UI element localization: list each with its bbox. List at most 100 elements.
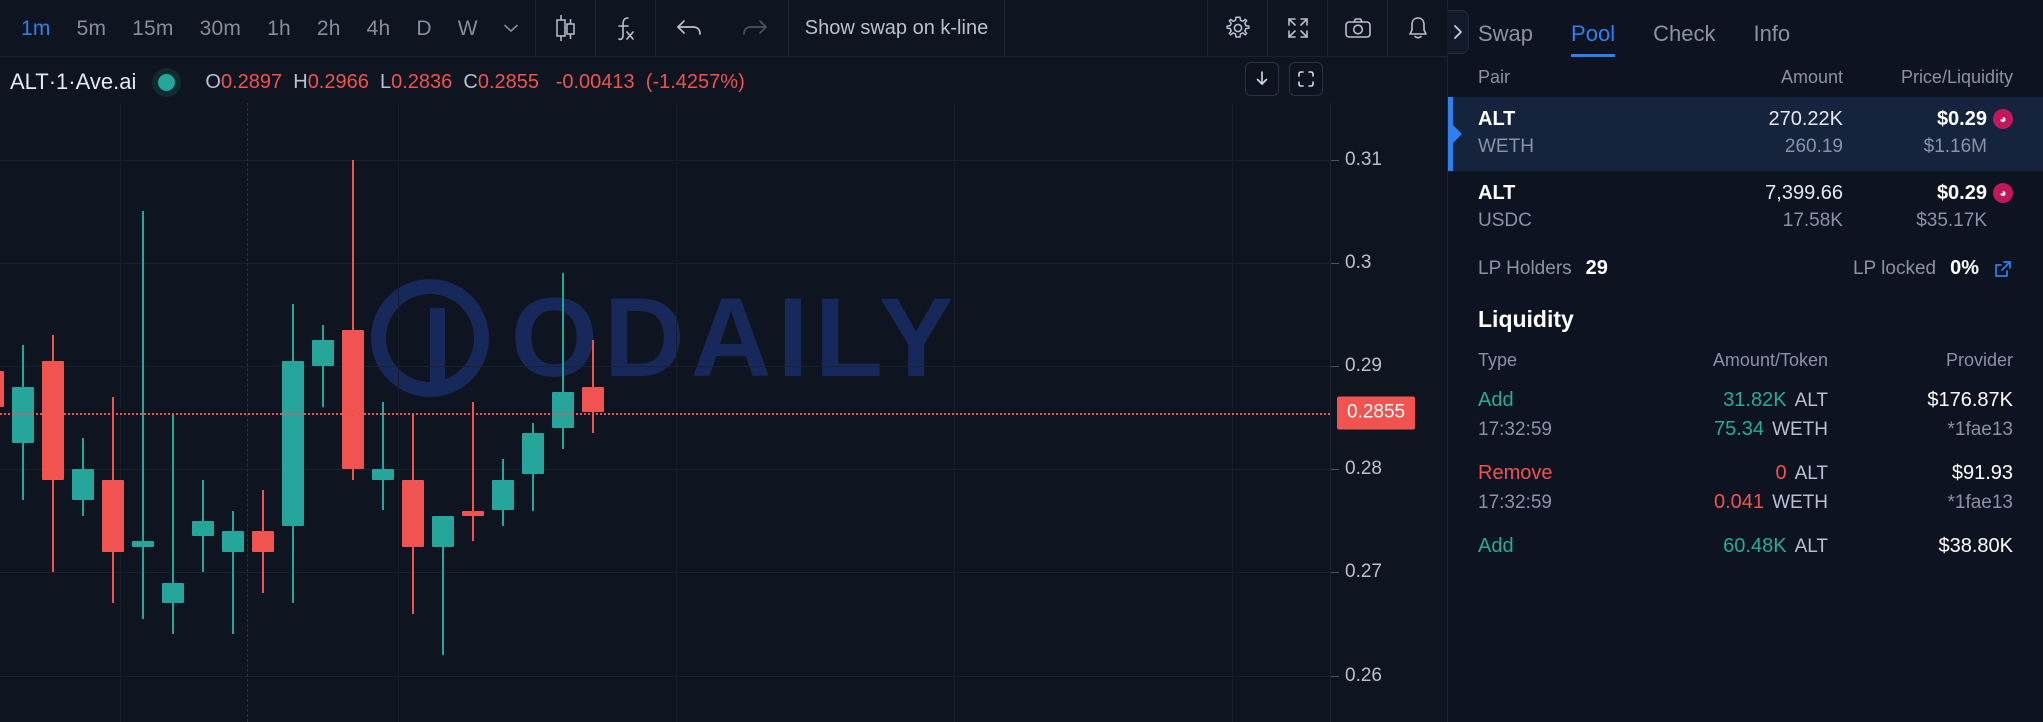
lp-holders-label: LP Holders (1478, 257, 1572, 279)
low-value: 0.2836 (391, 70, 453, 93)
symbol-name[interactable]: ALT (10, 69, 49, 95)
candle-wick (142, 211, 144, 619)
liquidity-time: 17:32:59 (1478, 492, 1552, 513)
pool-amount-cell: 7,399.66 17.58K (1663, 179, 1843, 235)
gear-icon[interactable] (1208, 0, 1267, 57)
liquidity-amount-cell: 0 ALT 0.041 WETH (1648, 459, 1838, 517)
candlestick-plot[interactable]: ODAILY (0, 103, 1330, 722)
timeframe-15m[interactable]: 15m (119, 0, 186, 57)
liquidity-bottom: $35.17K (1916, 210, 1987, 231)
liquidity-amount-cell: 31.82K ALT 75.34 WETH (1648, 386, 1838, 444)
timeframe-2h[interactable]: 2h (304, 0, 354, 57)
amount-bottom: 0.041 (1714, 491, 1765, 513)
table-row[interactable]: Add 17:32:59 31.82K ALT 75.34 WETH $176.87… (1448, 377, 2043, 450)
amount-top: 31.82K (1723, 389, 1787, 411)
liquidity-provider[interactable]: *1fae13 (1838, 415, 2013, 444)
liquidity-time: 17:32:59 (1478, 419, 1552, 440)
current-price-badge: 0.2855 (1337, 396, 1416, 429)
camera-icon[interactable] (1328, 0, 1387, 57)
liquidity-type: Remove (1478, 462, 1553, 484)
timeframe-d[interactable]: D (403, 0, 444, 57)
candle-body (552, 391, 574, 428)
tab-pool[interactable]: Pool (1571, 21, 1616, 57)
candle-body (132, 541, 154, 547)
tab-info[interactable]: Info (1753, 21, 1790, 57)
timeframe-1m[interactable]: 1m (8, 0, 64, 57)
liquidity-provider[interactable]: *1fae13 (1838, 488, 2013, 517)
candlestick-icon[interactable] (536, 0, 595, 57)
panel-tabs: Swap Pool Check Info (1448, 0, 2043, 57)
table-row[interactable]: Remove 17:32:59 0 ALT 0.041 WETH $91.93 *1… (1448, 450, 2043, 523)
timeframe-4h[interactable]: 4h (354, 0, 404, 57)
candle-body (12, 386, 34, 444)
candle-body (402, 479, 424, 547)
close-value: 0.2855 (477, 70, 540, 93)
bell-icon[interactable] (1388, 0, 1447, 57)
table-row[interactable]: Add 60.48K ALT $38.80K (1448, 523, 2043, 567)
liquidity-usd: $38.80K (1938, 535, 2013, 557)
show-swap-on-kline-toggle[interactable]: Show swap on k-line (789, 0, 1004, 57)
token-top: ALT (1794, 463, 1828, 484)
legend-separator: · (68, 69, 76, 94)
price-axis-tick: 0.29 (1331, 355, 1382, 377)
candle-body (342, 329, 364, 470)
amount-bottom: 17.58K (1782, 210, 1843, 231)
candle-body (312, 340, 334, 367)
amount-top: 270.22K (1768, 108, 1843, 130)
timeframe-5m[interactable]: 5m (64, 0, 120, 57)
chevron-right-icon[interactable] (1447, 10, 1469, 54)
token-avatar-icon[interactable]: ◕ (1993, 109, 2013, 129)
table-row[interactable]: ALT USDC 7,399.66 17.58K $0.29 $35.17K ◕ (1448, 171, 2043, 245)
timeframe-30m[interactable]: 30m (187, 0, 254, 57)
price-axis-tick: 0.3 (1331, 252, 1371, 274)
header-price-liquidity: Price/Liquidity (1900, 66, 2013, 87)
pool-pair-cell: ALT USDC (1478, 179, 1663, 235)
token-bottom: WETH (1772, 419, 1828, 440)
legend-interval[interactable]: 1 (56, 69, 68, 95)
reset-frame-icon[interactable] (1289, 62, 1323, 96)
download-icon[interactable] (1245, 62, 1279, 96)
fx-function-icon[interactable] (596, 0, 655, 57)
amount-bottom: 260.19 (1784, 136, 1843, 157)
change-absolute: -0.00413 (555, 70, 635, 93)
candle-body (42, 360, 64, 480)
candle-body (222, 531, 244, 552)
candle-body (522, 433, 544, 475)
liquidity-amount-cell: 60.48K ALT (1648, 532, 1838, 561)
redo-icon[interactable] (722, 0, 788, 57)
timeframe-w[interactable]: W (445, 0, 491, 57)
tab-swap[interactable]: Swap (1478, 21, 1533, 57)
amount-bottom: 75.34 (1714, 418, 1765, 440)
low-key: L (379, 70, 392, 93)
candle-body (492, 479, 514, 511)
chevron-down-icon[interactable] (491, 0, 535, 56)
price-axis-tick: 0.31 (1331, 149, 1382, 171)
token-avatar-icon[interactable]: ◕ (1993, 183, 2013, 203)
liquidity-type-cell: Add (1478, 532, 1648, 561)
external-link-icon[interactable] (1993, 259, 2013, 279)
pool-amount-cell: 270.22K 260.19 (1663, 105, 1843, 161)
header-provider: Provider (1945, 350, 2013, 370)
table-row[interactable]: ALT WETH 270.22K 260.19 $0.29 $1.16M ◕ (1448, 97, 2043, 171)
tab-check[interactable]: Check (1653, 21, 1715, 57)
undo-icon[interactable] (656, 0, 722, 57)
timeframe-1h[interactable]: 1h (254, 0, 304, 57)
token-top: ALT (1794, 536, 1828, 557)
price-axis-tick: 0.26 (1331, 665, 1382, 687)
liquidity-bottom: $1.16M (1923, 136, 1987, 157)
liquidity-type-cell: Add 17:32:59 (1478, 386, 1648, 444)
legend-source[interactable]: Ave.ai (76, 69, 137, 95)
pool-price-cell: $0.29 $35.17K ◕ (1843, 179, 2013, 235)
change-percent: (-1.4257%) (645, 70, 745, 93)
liquidity-type: Add (1478, 535, 1514, 557)
fullscreen-icon[interactable] (1268, 0, 1327, 57)
price-axis[interactable]: 0.31 0.3 0.29 0.28 0.27 0.26 0.2855 (1330, 103, 1447, 722)
current-price-line (0, 412, 1330, 415)
amount-top: 0 (1775, 462, 1787, 484)
price-top: $0.29 (1936, 108, 1987, 130)
candle-body (582, 386, 604, 413)
liquidity-table-header: Type Amount/Token Provider (1448, 341, 2043, 377)
pool-table-header: Pair Amount Price/Liquidity (1448, 57, 2043, 97)
legend-separator: · (48, 69, 57, 94)
app-root: 1m 5m 15m 30m 1h 2h 4h D W Show swap on … (0, 0, 2043, 722)
